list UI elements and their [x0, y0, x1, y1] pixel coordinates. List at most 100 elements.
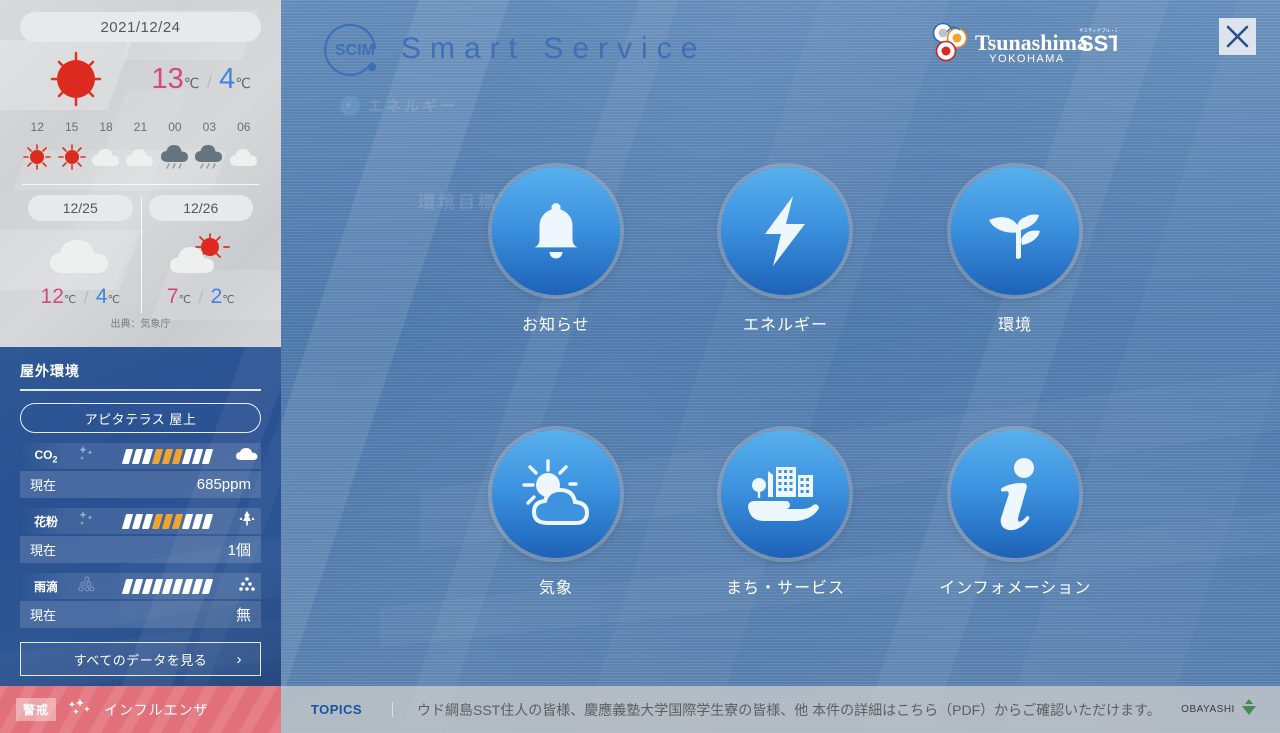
forecast-low: 2 — [210, 285, 223, 308]
cloudy-icon — [89, 142, 123, 172]
hour-label: 18 — [99, 120, 113, 134]
lightning-bolt-icon — [721, 167, 850, 296]
divider — [22, 184, 259, 185]
alert-banner[interactable]: 警戒 インフルエンザ — [0, 686, 281, 733]
metric-co2: CO2 現在 685ppm — [20, 443, 261, 498]
hourly-forecast: 12 15 18 21 00 03 06 — [20, 120, 261, 172]
temp-separator: / — [198, 288, 204, 307]
menu-item-notice[interactable]: お知らせ — [441, 120, 671, 383]
sunny-icon — [20, 142, 54, 172]
hour-label: 03 — [202, 120, 216, 134]
sun-cloud-icon — [491, 429, 620, 558]
obayashi-logo: OBAYASHI — [1158, 698, 1280, 721]
weather-source: 出典：気象庁 — [110, 319, 171, 330]
topics-text[interactable]: ウド綱島SST住人の皆様、慶應義塾大学国際学生寮の皆様、他 本件の詳細はこちら（… — [393, 700, 1158, 720]
forecast-date: 12/26 — [148, 195, 253, 221]
hour-label: 12 — [30, 120, 44, 134]
metric-gauge — [102, 448, 233, 464]
location-selector[interactable]: アピタテラス 屋上 — [20, 403, 261, 433]
close-icon — [1226, 25, 1249, 48]
alert-text: インフルエンザ — [104, 701, 209, 718]
menu-item-energy[interactable]: エネルギー — [671, 120, 901, 383]
svg-text:YOKOHAMA: YOKOHAMA — [989, 53, 1065, 65]
tree-icon — [233, 510, 261, 532]
hour-label: 00 — [168, 120, 182, 134]
temp-separator: / — [206, 72, 212, 92]
menu-item-label: 環境 — [998, 317, 1033, 335]
metric-value: 無 — [235, 607, 251, 624]
today-weather: 13℃ / 4℃ — [20, 48, 261, 110]
today-low-unit: ℃ — [235, 74, 251, 91]
menu-item-label: お知らせ — [521, 317, 590, 335]
virus-icon — [66, 697, 94, 722]
obayashi-diamond-icon — [1241, 698, 1257, 721]
menu-item-label: インフォメーション — [939, 579, 1092, 597]
forecast-date: 12/25 — [28, 195, 133, 221]
weather-panel: 2021/12/24 13℃ / 4℃ 12 15 18 21 00 03 06… — [0, 0, 281, 347]
cloudy-icon — [28, 227, 133, 281]
sprout-icon — [951, 167, 1080, 296]
sparkle-icon — [72, 445, 102, 468]
metric-value: 1個 — [227, 542, 251, 559]
forecast-high: 7 — [166, 285, 179, 308]
hourly-item: 15 — [54, 120, 88, 172]
topics-ticker[interactable]: TOPICS ウド綱島SST住人の皆様、慶應義塾大学国際学生寮の皆様、他 本件の… — [281, 686, 1280, 733]
today-weather-icon — [24, 50, 128, 108]
sparkle-icon — [72, 510, 102, 533]
forecast-high-unit: ℃ — [178, 294, 191, 306]
hourly-item: 03 — [192, 120, 226, 172]
smart-service-kiosk: ⚡ エネルギー 環境目標達成状況 2021/12/24 — [0, 0, 1280, 733]
sidebar: 2021/12/24 13℃ / 4℃ 12 15 18 21 00 03 06… — [0, 0, 281, 733]
hour-label: 15 — [64, 120, 79, 134]
bell-icon — [491, 167, 620, 296]
view-all-data-button[interactable]: すべてのデータを見る › — [20, 642, 261, 676]
partly-sunny-icon — [149, 227, 254, 281]
app-title: Smart Service — [401, 32, 707, 65]
outdoor-title: 屋外環境 — [20, 363, 80, 379]
svg-text:SCIM: SCIM — [335, 42, 375, 59]
info-icon — [951, 429, 1080, 558]
metric-current-label: 現在 — [30, 608, 57, 623]
sunny-icon — [54, 142, 88, 172]
menu-item-weather[interactable]: 気象 — [441, 383, 671, 646]
metric-raindrop: 雨滴 現在 無 — [20, 573, 261, 628]
menu-item-environment[interactable]: 環境 — [900, 120, 1130, 383]
metric-label: CO2 — [34, 447, 58, 465]
forecast-high: 12 — [40, 285, 64, 308]
header: SCIM Smart Service Tsunashima SST サスティナブ… — [281, 0, 1280, 95]
metric-label: 雨滴 — [33, 579, 58, 594]
cloudy-icon — [227, 142, 261, 172]
forecast-temperatures: 7℃ / 2℃ — [149, 285, 254, 309]
menu-item-label: まち・サービス — [725, 579, 845, 597]
topics-label: TOPICS — [281, 702, 393, 717]
divider — [20, 389, 261, 391]
metric-current-label: 現在 — [30, 543, 57, 558]
rainy-icon — [192, 142, 226, 172]
cloudy-icon — [123, 142, 157, 172]
hourly-item: 06 — [227, 120, 261, 172]
bottom-bar: 警戒 インフルエンザ TOPICS ウド綱島SST住人の皆様、慶應義塾大学国際学… — [0, 686, 1280, 733]
hand-city-icon — [721, 429, 850, 558]
today-high-unit: ℃ — [183, 74, 200, 91]
two-day-forecast: 12/25 12℃ / 4℃ 12/26 7℃ / 2℃ — [20, 195, 262, 313]
forecast-day: 12/26 7℃ / 2℃ — [141, 195, 262, 309]
menu-item-information[interactable]: インフォメーション — [900, 383, 1130, 646]
temp-separator: / — [83, 288, 89, 307]
scim-logo-icon: SCIM — [317, 18, 393, 80]
forecast-day: 12/25 12℃ / 4℃ — [20, 195, 141, 309]
obayashi-label: OBAYASHI — [1181, 704, 1235, 715]
forecast-low-unit: ℃ — [222, 294, 235, 306]
metric-gauge — [102, 578, 233, 594]
menu-item-town-service[interactable]: まち・サービス — [671, 383, 901, 646]
main-menu-grid: お知らせ エネルギー 環境 気象 まち・サービス インフォメーション — [281, 110, 1280, 685]
brand: SCIM Smart Service — [317, 18, 706, 80]
alert-badge: 警戒 — [16, 698, 57, 721]
today-low: 4 — [219, 62, 236, 95]
outdoor-environment-panel: 屋外環境 アピタテラス 屋上 CO2 現在 685ppm 花粉 現在 1個 雨滴… — [0, 347, 281, 686]
weather-date: 2021/12/24 — [20, 12, 261, 42]
chevron-right-icon: › — [236, 650, 242, 668]
close-button[interactable] — [1219, 18, 1256, 55]
metric-current-label: 現在 — [30, 478, 57, 493]
svg-text:SST: SST — [1079, 31, 1117, 56]
tsunashima-tagline: サスティナブル・スマートタウン — [1079, 27, 1117, 34]
